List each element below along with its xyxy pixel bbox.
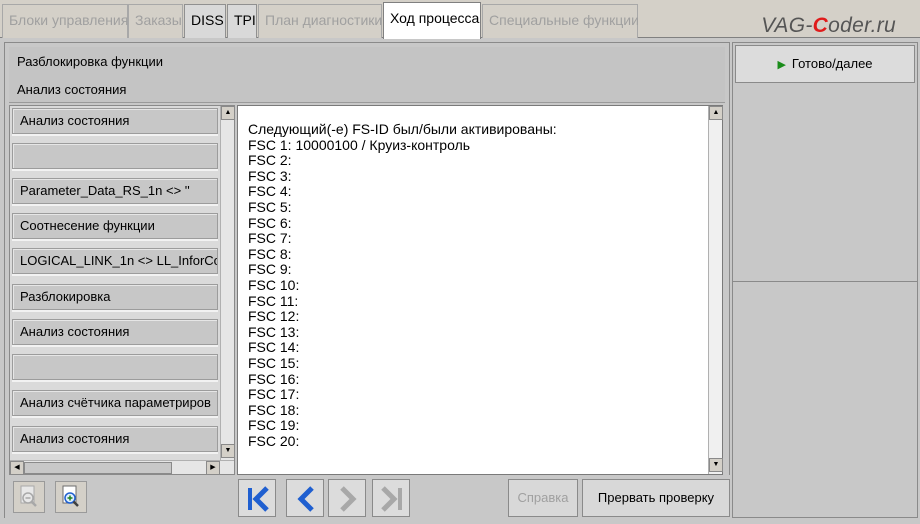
- process-panel: Разблокировка функции Анализ состояния А…: [4, 42, 731, 519]
- list-item[interactable]: Анализ счётчика параметриров: [12, 390, 218, 416]
- tab-special-functions[interactable]: Специальные функции: [482, 4, 639, 38]
- scroll-right-icon[interactable]: ▶: [206, 461, 220, 474]
- list-item[interactable]: LOGICAL_LINK_1n <> LL_InforCo: [12, 248, 218, 274]
- skip-first-icon: [248, 486, 269, 512]
- last-step-button[interactable]: [372, 479, 410, 517]
- skip-last-icon: [381, 486, 402, 512]
- next-step-button[interactable]: [328, 479, 366, 517]
- zoom-in-icon: [62, 485, 79, 507]
- step-list: Анализ состояния Parameter_Data_RS_1n <>…: [9, 105, 235, 475]
- first-step-button[interactable]: [238, 479, 276, 517]
- chevron-right-icon: [340, 486, 357, 512]
- scroll-left-icon[interactable]: ◀: [10, 461, 24, 474]
- step-list-hscroll[interactable]: ◀ ▶: [10, 460, 234, 474]
- prev-step-button[interactable]: [286, 479, 324, 517]
- help-button[interactable]: Справка: [508, 479, 578, 517]
- chevron-left-icon: [297, 486, 314, 512]
- watermark-logo: VAG-Coder.ru: [761, 14, 896, 37]
- list-item[interactable]: Соотнесение функции: [12, 213, 218, 239]
- text-vscroll[interactable]: ▲ ▼: [708, 106, 723, 474]
- scroll-up-icon[interactable]: ▲: [221, 106, 234, 120]
- result-text: Следующий(-е) FS-ID был/были активирован…: [248, 121, 557, 449]
- panel-divider: [733, 281, 917, 282]
- scroll-thumb[interactable]: [24, 462, 172, 474]
- result-text-area[interactable]: Следующий(-е) FS-ID был/были активирован…: [237, 105, 723, 475]
- scroll-down-icon[interactable]: ▼: [221, 444, 234, 458]
- list-item[interactable]: [12, 354, 218, 380]
- list-item[interactable]: [12, 143, 218, 169]
- list-item[interactable]: Анализ состояния: [12, 319, 218, 345]
- tab-orders[interactable]: Заказы: [128, 4, 183, 38]
- done-next-button[interactable]: ▶ Готово/далее: [735, 45, 915, 83]
- zoom-out-icon: [20, 485, 37, 507]
- step-title: Анализ состояния: [17, 82, 127, 97]
- play-icon: ▶: [777, 59, 786, 71]
- bottom-toolbar: Справка Прервать проверку: [5, 475, 731, 519]
- process-header: Разблокировка функции Анализ состояния: [9, 47, 725, 103]
- tab-diss[interactable]: DISS: [184, 4, 226, 38]
- list-item[interactable]: Анализ состояния: [12, 108, 218, 134]
- tab-diagnostic-plan[interactable]: План диагностики: [258, 4, 382, 38]
- tab-control-units[interactable]: Блоки управления: [2, 4, 128, 38]
- done-next-label: Готово/далее: [791, 56, 873, 71]
- function-title: Разблокировка функции: [17, 54, 163, 69]
- list-item[interactable]: Разблокировка: [12, 284, 218, 310]
- zoom-out-button[interactable]: [13, 481, 45, 513]
- list-item[interactable]: Анализ состояния: [12, 426, 218, 452]
- step-list-vscroll[interactable]: ▲ ▼: [220, 106, 234, 460]
- list-item[interactable]: Parameter_Data_RS_1n <> '': [12, 178, 218, 204]
- tab-tpi[interactable]: TPI: [227, 4, 257, 38]
- tab-bar: Блоки управления Заказы DISS TPI План ди…: [0, 0, 920, 39]
- scroll-up-icon[interactable]: ▲: [709, 106, 723, 120]
- action-panel: ▶ Готово/далее: [732, 42, 918, 518]
- abort-test-button[interactable]: Прервать проверку: [582, 479, 730, 517]
- tab-process[interactable]: Ход процесса: [383, 2, 481, 39]
- scroll-down-icon[interactable]: ▼: [709, 458, 723, 472]
- zoom-in-button[interactable]: [55, 481, 87, 513]
